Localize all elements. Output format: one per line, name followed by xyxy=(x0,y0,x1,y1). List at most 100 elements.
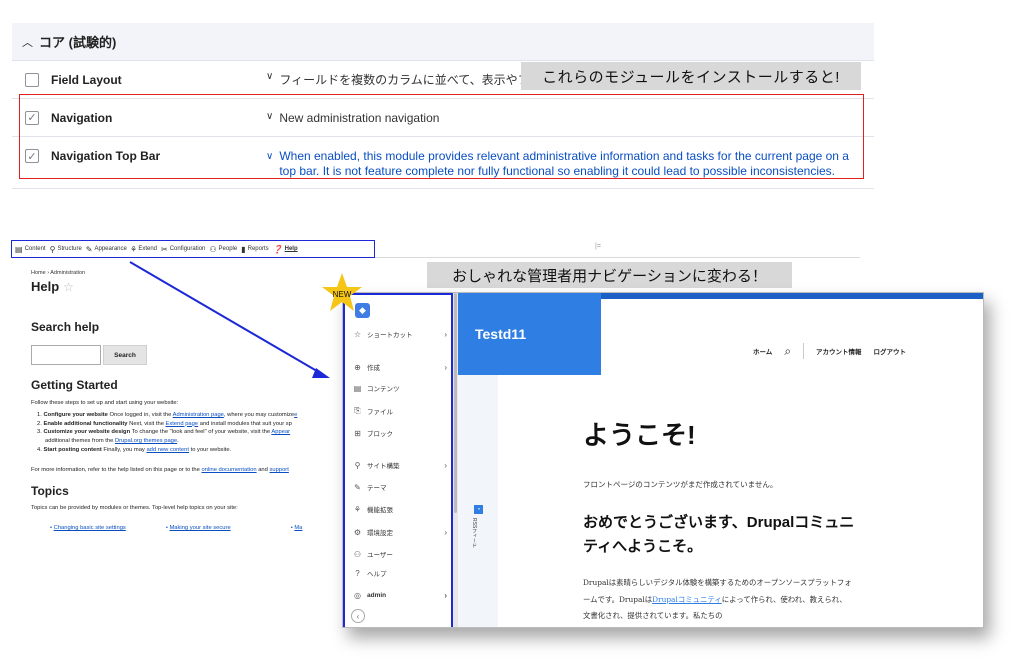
navigation-sidebar: ◆ ☆ ショートカット › ⊕ 作成 › ▤ コンテンツ ⎘ ファイル ⊞ ブロック ⚲ サイト… xyxy=(343,293,453,627)
extend-icon: ⚘ xyxy=(130,244,137,254)
breadcrumb[interactable]: Home › Administration xyxy=(31,270,85,276)
list-item: 2. Enable additional functionality Next,… xyxy=(37,420,292,427)
toolbar-label: Extend xyxy=(138,246,157,252)
list-item: 3. Customize your website design To chan… xyxy=(37,429,291,436)
topic-link[interactable]: • Changing basic site settings xyxy=(50,525,126,531)
toolbar-label: Appearance xyxy=(94,246,127,252)
community-link[interactable]: Drupalコミュニティ xyxy=(652,595,722,604)
nav-logout-link[interactable]: ログアウト xyxy=(874,346,907,356)
toolbar-label: Content xyxy=(24,246,46,252)
toolbar-structure[interactable]: ⚲ Structure xyxy=(50,245,82,254)
nav-item-theme[interactable]: ✎ テーマ xyxy=(352,482,447,493)
user-icon: ◎ xyxy=(354,591,361,600)
toolbar-label: People xyxy=(218,246,238,252)
search-button[interactable]: Search xyxy=(103,345,147,365)
arrow-line xyxy=(129,261,323,375)
themes-page-link[interactable]: Drupal.org themes page xyxy=(115,438,177,444)
star-icon[interactable]: ☆ xyxy=(63,280,74,294)
search-help-heading: Search help xyxy=(31,320,100,334)
appearance-link[interactable]: Appear xyxy=(271,429,290,435)
toolbar-extend[interactable]: ⚘ Extend xyxy=(131,245,157,254)
search-input[interactable] xyxy=(31,345,101,365)
group-label: コア (試験的) xyxy=(39,35,117,50)
site-name[interactable]: Testd11 xyxy=(458,293,601,375)
chevron-right-icon: › xyxy=(444,591,447,600)
help-icon: ? xyxy=(355,568,360,578)
file-icon: ⎘ xyxy=(354,406,361,415)
topic-link[interactable]: • Making your site secure xyxy=(166,525,231,531)
star-icon: ☆ xyxy=(353,329,362,339)
chevron-right-icon: › xyxy=(444,527,447,537)
admin-toolbar: ▤ Content ⚲ Structure ✎ Appearance ⚘ Extend … xyxy=(11,240,375,258)
nav-item-shortcuts[interactable]: ☆ ショートカット › xyxy=(352,329,447,340)
getting-started-intro: Follow these steps to set up and start u… xyxy=(31,400,179,406)
topics-list: • Changing basic site settings • Making … xyxy=(50,525,350,531)
support-link[interactable]: support xyxy=(270,467,289,473)
search-icon[interactable]: ⌕ xyxy=(784,344,791,359)
toolbar-appearance[interactable]: ✎ Appearance xyxy=(86,245,127,254)
chevron-left-icon: ‹ xyxy=(356,611,360,621)
add-content-link[interactable]: add new content xyxy=(146,447,189,453)
toolbar-configuration[interactable]: ✂ Configuration xyxy=(161,245,205,254)
orientation-toggle-icon[interactable]: |= xyxy=(595,243,601,250)
rss-icon[interactable]: ◔ xyxy=(474,505,483,514)
nav-item-structure[interactable]: ⚲ サイト構築 › xyxy=(352,460,447,471)
nav-item-people[interactable]: ⚇ ユーザー xyxy=(352,549,447,560)
nav-item-help[interactable]: ? ヘルプ xyxy=(352,568,447,579)
people-icon: ⚇ xyxy=(209,244,217,254)
toolbar-people[interactable]: ⚇ People xyxy=(209,245,237,254)
callout-install: これらのモジュールをインストールすると! xyxy=(521,62,861,90)
configuration-icon: ✂ xyxy=(161,244,168,254)
divider xyxy=(803,343,805,359)
block-icon: ⊞ xyxy=(354,428,361,438)
collapse-button[interactable]: ‹ xyxy=(351,609,365,623)
topics-description: Topics can be provided by modules or the… xyxy=(31,505,238,511)
toolbar-label: Structure xyxy=(57,246,82,252)
toolbar-label: Help xyxy=(284,246,298,252)
topic-link[interactable]: • Ma xyxy=(291,525,303,531)
nav-item-extend[interactable]: ⚘ 機能拡張 xyxy=(352,504,447,515)
online-docs-link[interactable]: online documentation xyxy=(201,467,256,473)
toolbar-content[interactable]: ▤ Content xyxy=(15,245,46,254)
front-screenshot: ◆ ☆ ショートカット › ⊕ 作成 › ▤ コンテンツ ⎘ ファイル ⊞ ブロック ⚲ サイト… xyxy=(342,292,984,628)
group-header-core-experimental[interactable]: ︿ コア (試験的) xyxy=(12,23,874,61)
extend-page-link[interactable]: Extend page xyxy=(166,421,199,427)
rss-label[interactable]: RSSフィード xyxy=(471,518,478,548)
arrow-head-icon xyxy=(312,368,330,378)
nav-item-config[interactable]: ⚙ 環境設定 › xyxy=(352,527,447,538)
appearance-icon: ✎ xyxy=(85,244,93,254)
no-content-text: フロントページのコンテンツがまだ作成されていません。 xyxy=(583,480,778,489)
nav-home-link[interactable]: ホーム xyxy=(753,346,772,356)
theme-icon: ✎ xyxy=(354,482,361,492)
nav-item-content[interactable]: ▤ コンテンツ xyxy=(352,383,447,394)
nav-account-link[interactable]: アカウント情報 xyxy=(816,346,862,356)
getting-started-heading: Getting Started xyxy=(31,378,118,392)
caret-up-icon: ︿ xyxy=(22,36,33,49)
nav-item-blocks[interactable]: ⊞ ブロック xyxy=(352,428,447,439)
reports-icon: ▮ xyxy=(241,244,246,254)
chevron-right-icon: › xyxy=(444,329,447,339)
config-icon: ⚙ xyxy=(353,527,362,537)
about-text: Drupalは素晴らしいデジタル体験を構築するためのオープンソースプラットフォー… xyxy=(583,578,852,620)
nav-item-files[interactable]: ⎘ ファイル xyxy=(352,406,447,416)
nav-item-create[interactable]: ⊕ 作成 › xyxy=(352,362,447,373)
checkbox-field-layout[interactable] xyxy=(25,72,39,87)
extend-icon: ⚘ xyxy=(353,504,362,514)
content-icon: ▤ xyxy=(353,383,362,393)
toolbar-reports[interactable]: ▮ Reports xyxy=(241,245,268,254)
content-icon: ▤ xyxy=(15,244,23,254)
toolbar-label: Configuration xyxy=(169,246,206,252)
list-item: additional themes from the Drupal.org th… xyxy=(45,438,179,445)
nav-item-admin[interactable]: ◎ admin › xyxy=(352,591,447,600)
list-item: 4. Start posting content Finally, you ma… xyxy=(37,446,232,453)
help-icon: ❓ xyxy=(272,244,283,254)
new-badge-text: NEW xyxy=(333,290,352,299)
steps-list: 1. Configure your website Once logged in… xyxy=(37,411,297,455)
topics-heading: Topics xyxy=(31,484,69,498)
admin-page-link[interactable]: Administration page xyxy=(173,412,224,418)
welcome-heading: ようこそ! xyxy=(583,420,696,450)
people-icon: ⚇ xyxy=(353,549,362,559)
plus-circle-icon: ⊕ xyxy=(354,362,361,372)
chevron-down-icon: ∨ xyxy=(266,71,274,82)
toolbar-help[interactable]: ❓ Help xyxy=(273,245,298,254)
